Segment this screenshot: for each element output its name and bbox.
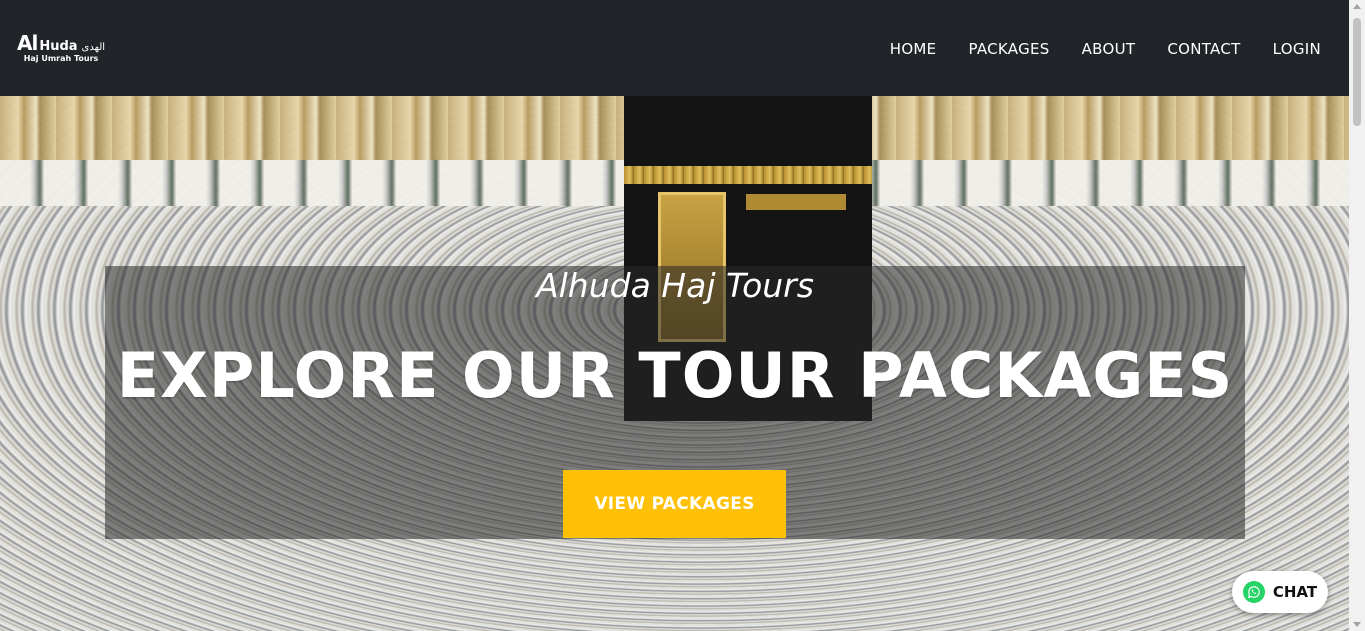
- nav-item-login: LOGIN: [1273, 39, 1321, 58]
- nav-item-packages: PACKAGES: [968, 39, 1049, 58]
- brand-logo[interactable]: Al Huda الهدى Haj Umrah Tours: [17, 33, 105, 63]
- hero-caption-box: Alhuda Haj Tours EXPLORE OUR TOUR PACKAG…: [105, 266, 1245, 539]
- whatsapp-icon: [1242, 581, 1265, 603]
- nav-link-about[interactable]: ABOUT: [1082, 40, 1136, 58]
- kaaba-gold-band: [624, 166, 872, 184]
- navbar: Al Huda الهدى Haj Umrah Tours HOME PACKA…: [0, 0, 1349, 96]
- nav-item-home: HOME: [890, 39, 937, 58]
- nav-link-login[interactable]: LOGIN: [1273, 40, 1321, 58]
- kaaba-panel: [746, 194, 846, 210]
- hero-section: Alhuda Haj Tours EXPLORE OUR TOUR PACKAG…: [0, 96, 1349, 631]
- logo-arabic: الهدى: [81, 42, 106, 53]
- hero-tagline: Alhuda Haj Tours: [536, 266, 814, 305]
- hero-headline: EXPLORE OUR TOUR PACKAGES: [116, 339, 1234, 412]
- nav-item-contact: CONTACT: [1167, 39, 1240, 58]
- scroll-thumb[interactable]: [1353, 18, 1361, 126]
- scroll-down-arrow-icon[interactable]: [1353, 622, 1361, 627]
- nav-menu: HOME PACKAGES ABOUT CONTACT LOGIN: [890, 39, 1321, 58]
- logo-wordmark: Al Huda الهدى: [17, 33, 105, 53]
- nav-link-packages[interactable]: PACKAGES: [968, 40, 1049, 58]
- scroll-up-arrow-icon[interactable]: [1353, 4, 1361, 9]
- chat-label: CHAT: [1272, 583, 1318, 601]
- view-packages-button[interactable]: VIEW PACKAGES: [563, 470, 786, 538]
- page-scrollbar[interactable]: [1349, 0, 1365, 631]
- logo-al: Al: [16, 31, 38, 55]
- chat-button[interactable]: CHAT: [1232, 571, 1328, 613]
- nav-link-home[interactable]: HOME: [890, 40, 937, 58]
- nav-link-contact[interactable]: CONTACT: [1167, 40, 1240, 58]
- logo-huda: Huda: [39, 39, 78, 54]
- nav-item-about: ABOUT: [1082, 39, 1136, 58]
- logo-subtitle: Haj Umrah Tours: [23, 54, 99, 63]
